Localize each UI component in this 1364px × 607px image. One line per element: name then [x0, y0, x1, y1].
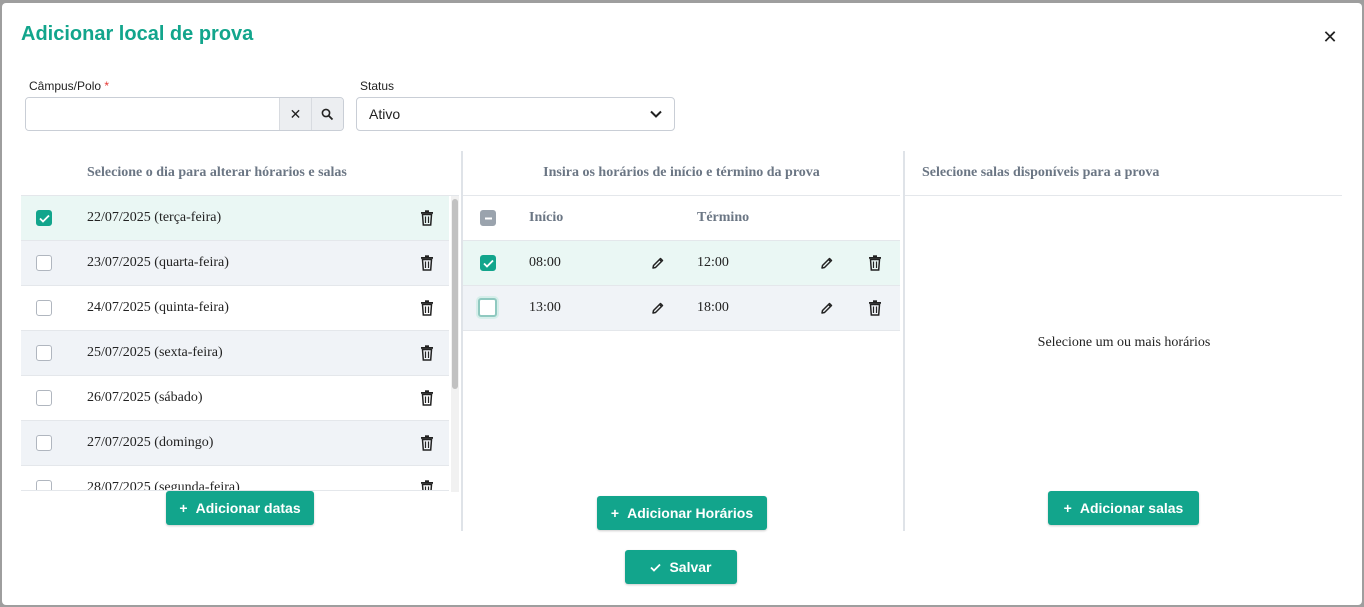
- check-icon: [650, 563, 662, 572]
- trash-icon[interactable]: [868, 300, 882, 316]
- date-row[interactable]: 25/07/2025 (sexta-feira): [21, 331, 449, 376]
- trash-icon[interactable]: [420, 300, 434, 316]
- rooms-header: Selecione salas disponíveis para a prova: [905, 151, 1342, 196]
- trash-icon[interactable]: [868, 255, 882, 271]
- plus-icon: +: [610, 505, 620, 521]
- date-checkbox[interactable]: [36, 210, 52, 226]
- trash-icon[interactable]: [420, 255, 434, 271]
- times-column-header: Início Término: [463, 196, 900, 241]
- date-checkbox[interactable]: [36, 435, 52, 451]
- date-label: 25/07/2025 (sexta-feira): [87, 345, 223, 360]
- add-rooms-button[interactable]: + Adicionar salas: [1048, 491, 1199, 525]
- date-checkbox[interactable]: [36, 390, 52, 406]
- trash-icon[interactable]: [420, 480, 434, 490]
- add-exam-location-modal: Adicionar local de prova ✕ Câmpus/Polo *…: [2, 3, 1362, 605]
- select-all-times-checkbox[interactable]: [480, 210, 496, 226]
- time-checkbox[interactable]: [478, 298, 497, 317]
- trash-icon[interactable]: [420, 345, 434, 361]
- col-end-label: Término: [697, 210, 750, 225]
- date-checkbox[interactable]: [36, 345, 52, 361]
- date-row[interactable]: 27/07/2025 (domingo): [21, 421, 449, 466]
- save-button[interactable]: Salvar: [625, 550, 737, 584]
- time-row[interactable]: 08:00 12:00: [463, 241, 900, 286]
- status-label: Status: [360, 79, 395, 93]
- clear-icon: ✕: [289, 105, 302, 122]
- check-icon: [38, 214, 50, 223]
- dates-scrollbar-thumb[interactable]: [452, 199, 458, 389]
- close-icon[interactable]: ✕: [1320, 27, 1340, 47]
- add-dates-button[interactable]: + Adicionar datas: [166, 491, 314, 525]
- time-row[interactable]: 13:00 18:00: [463, 286, 900, 331]
- campus-field: ✕: [25, 97, 344, 131]
- time-start: 08:00: [529, 255, 561, 270]
- trash-icon[interactable]: [420, 435, 434, 451]
- date-label: 27/07/2025 (domingo): [87, 435, 214, 450]
- add-times-button[interactable]: + Adicionar Horários: [597, 496, 767, 530]
- plus-icon: +: [179, 500, 188, 516]
- date-checkbox[interactable]: [36, 480, 52, 490]
- search-campus-button[interactable]: [311, 98, 343, 130]
- col-start-label: Início: [529, 210, 564, 225]
- date-label: 24/07/2025 (quinta-feira): [87, 300, 229, 315]
- time-end: 12:00: [697, 255, 729, 270]
- edit-end-pencil-icon[interactable]: [820, 256, 834, 270]
- date-label: 23/07/2025 (quarta-feira): [87, 255, 229, 270]
- search-icon: [321, 108, 334, 120]
- status-select[interactable]: Ativo: [356, 97, 675, 131]
- date-checkbox[interactable]: [36, 255, 52, 271]
- edit-start-pencil-icon[interactable]: [651, 256, 665, 270]
- date-row[interactable]: 22/07/2025 (terça-feira): [21, 196, 449, 241]
- date-row[interactable]: 26/07/2025 (sábado): [21, 376, 449, 421]
- clear-campus-button[interactable]: ✕: [279, 98, 311, 130]
- plus-icon: +: [1063, 500, 1072, 516]
- check-icon: [482, 259, 494, 268]
- campus-input[interactable]: [26, 98, 279, 130]
- column-divider: [903, 151, 905, 531]
- campus-label: Câmpus/Polo *: [29, 79, 110, 93]
- times-header: Insira os horários de início e término d…: [463, 151, 900, 196]
- date-label: 28/07/2025 (segunda-feira): [87, 480, 240, 491]
- date-label: 26/07/2025 (sábado): [87, 390, 203, 405]
- time-checkbox[interactable]: [480, 255, 496, 271]
- modal-title: Adicionar local de prova: [21, 23, 254, 45]
- date-label: 22/07/2025 (terça-feira): [87, 210, 222, 225]
- trash-icon[interactable]: [420, 390, 434, 406]
- date-row[interactable]: 23/07/2025 (quarta-feira): [21, 241, 449, 286]
- chevron-down-icon: [650, 110, 662, 118]
- required-marker: *: [104, 79, 110, 93]
- date-row[interactable]: 24/07/2025 (quinta-feira): [21, 286, 449, 331]
- time-start: 13:00: [529, 300, 561, 315]
- time-end: 18:00: [697, 300, 729, 315]
- edit-start-pencil-icon[interactable]: [651, 301, 665, 315]
- dates-header: Selecione o dia para alterar hórarios e …: [21, 151, 459, 196]
- date-row[interactable]: 28/07/2025 (segunda-feira): [21, 466, 449, 491]
- edit-end-pencil-icon[interactable]: [820, 301, 834, 315]
- rooms-empty-message: Selecione um ou mais horários: [1037, 335, 1211, 350]
- date-checkbox[interactable]: [36, 300, 52, 316]
- status-value: Ativo: [369, 106, 401, 122]
- trash-icon[interactable]: [420, 210, 434, 226]
- minus-icon: [484, 217, 492, 219]
